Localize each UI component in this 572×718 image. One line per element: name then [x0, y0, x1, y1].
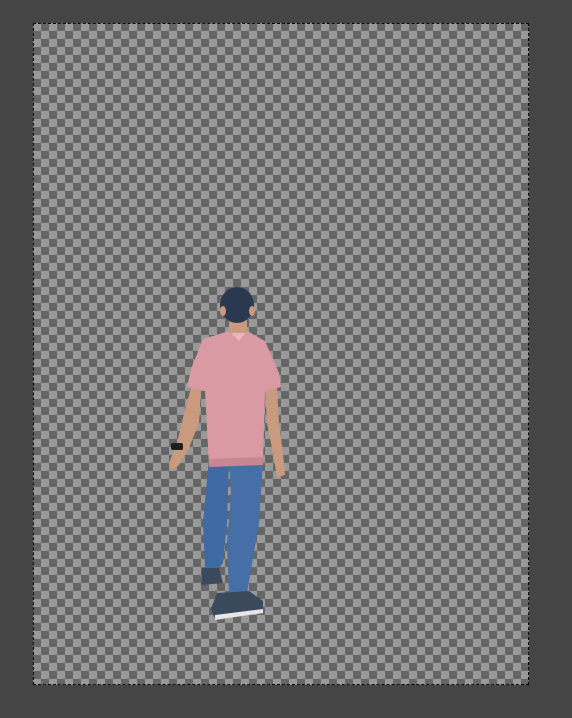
person-cutout-image — [169, 287, 285, 620]
wristwatch — [171, 443, 183, 450]
back-leg — [203, 458, 229, 571]
left-arm — [169, 388, 201, 471]
front-leg — [227, 461, 263, 595]
image-workspace[interactable] — [0, 0, 572, 718]
image-canvas[interactable] — [33, 23, 529, 685]
head — [220, 287, 254, 323]
right-arm — [265, 388, 285, 477]
back-shoe — [201, 568, 223, 585]
